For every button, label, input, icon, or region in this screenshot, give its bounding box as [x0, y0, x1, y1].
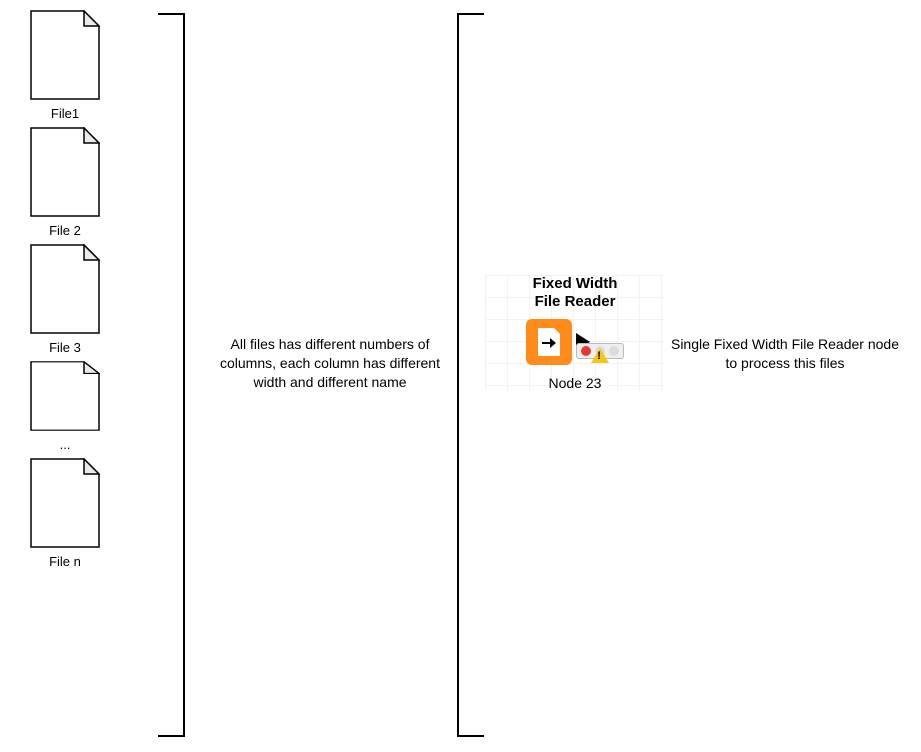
node-id: Node 23 — [495, 375, 655, 391]
file-icon — [30, 127, 100, 217]
status-light-red — [581, 346, 591, 356]
file-icon — [30, 10, 100, 100]
file-label: File n — [49, 554, 81, 569]
file-reader-icon — [526, 319, 572, 365]
bracket-left-icon — [158, 12, 186, 738]
file-item: File1 — [20, 10, 110, 121]
bracket-right-icon — [456, 12, 484, 738]
fixed-width-file-reader-node[interactable]: Fixed Width File Reader Node 23 — [495, 275, 655, 391]
files-ellipsis: ... — [20, 437, 110, 452]
warning-icon — [591, 348, 609, 363]
file-icon — [30, 458, 100, 548]
file-icon — [30, 244, 100, 334]
node-icon-wrap — [526, 319, 572, 365]
description-left: All files has different numbers of colum… — [220, 335, 440, 392]
status-light-green — [609, 346, 619, 356]
node-title-line2: File Reader — [535, 293, 616, 310]
file-item: File 3 — [20, 244, 110, 355]
description-right: Single Fixed Width File Reader node to p… — [670, 335, 900, 373]
files-column: File1 File 2 File 3 ... File n — [20, 10, 110, 575]
file-item: File n — [20, 458, 110, 569]
file-item: File 2 — [20, 127, 110, 238]
file-label: File 2 — [49, 223, 81, 238]
node-title-line1: Fixed Width — [533, 275, 618, 292]
file-label: File 3 — [49, 340, 81, 355]
file-icon — [30, 361, 100, 431]
file-item-short — [20, 361, 110, 431]
node-title: Fixed Width File Reader — [495, 275, 655, 311]
file-label: File1 — [51, 106, 79, 121]
